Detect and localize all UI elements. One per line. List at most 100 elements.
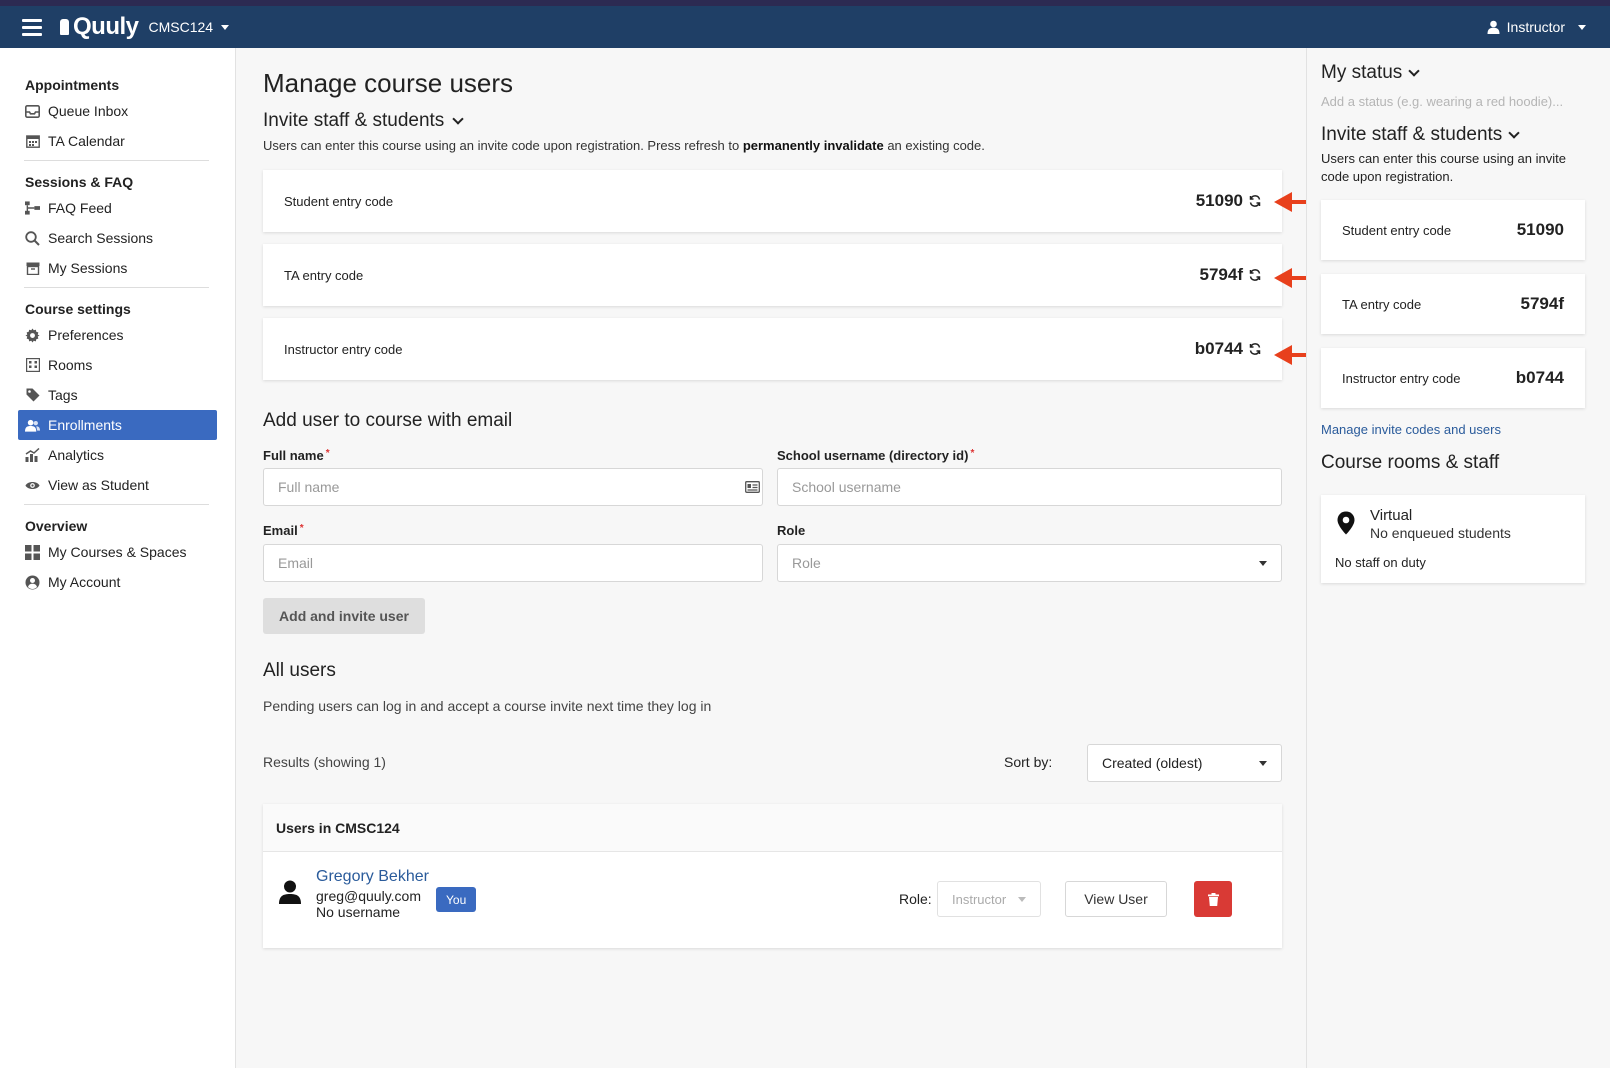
id-card-icon xyxy=(745,481,760,493)
chart-icon xyxy=(25,448,40,463)
user-name-link[interactable]: Gregory Bekher xyxy=(316,868,429,886)
status-input[interactable]: Add a status (e.g. wearing a red hoodie)… xyxy=(1321,94,1563,109)
caret-down-icon xyxy=(1018,896,1026,902)
nav-header: Appointments xyxy=(25,77,120,93)
caret-down-icon xyxy=(221,24,230,30)
sidebar-item-tags[interactable]: Tags xyxy=(18,380,217,410)
view-user-button[interactable]: View User xyxy=(1065,881,1167,917)
code-value: b0744 xyxy=(1195,339,1261,359)
student-code-card: Student entry code 51090 xyxy=(1321,200,1585,260)
instructor-code-card: Instructor entry code b0744 xyxy=(263,318,1282,380)
grid-icon xyxy=(25,544,40,560)
nav-section-overview: Overview My Courses & Spaces My Account xyxy=(18,515,217,597)
trash-icon xyxy=(1207,892,1219,906)
app-logo[interactable]: Quuly xyxy=(60,13,139,41)
sort-select[interactable]: Created (oldest) xyxy=(1087,744,1282,782)
all-users-help: Pending users can log in and accept a co… xyxy=(263,698,712,714)
code-value: 51090 xyxy=(1196,191,1261,211)
sidebar-item-rooms[interactable]: Rooms xyxy=(18,350,217,380)
building-icon xyxy=(25,358,40,373)
sidebar-item-enrollments[interactable]: Enrollments xyxy=(18,410,217,440)
refresh-icon[interactable] xyxy=(1249,343,1261,355)
invite-panel-help: Users can enter this course using an inv… xyxy=(1321,151,1566,184)
email-input[interactable] xyxy=(263,544,763,582)
my-status-toggle[interactable]: My status xyxy=(1321,62,1420,84)
sitemap-icon xyxy=(25,201,40,216)
calendar-icon xyxy=(25,134,40,149)
nav-header: Sessions & FAQ xyxy=(25,174,134,190)
rooms-heading: Course rooms & staff xyxy=(1321,452,1500,473)
add-invite-user-button[interactable]: Add and invite user xyxy=(263,598,425,634)
sidebar-item-my-account[interactable]: My Account xyxy=(18,567,217,597)
nav-section-appointments: Appointments Queue Inbox TA Calendar xyxy=(18,74,217,161)
add-user-heading: Add user to course with email xyxy=(263,410,513,431)
refresh-icon[interactable] xyxy=(1249,269,1261,281)
page-title: Manage course users xyxy=(263,68,514,98)
delete-user-button[interactable] xyxy=(1194,881,1232,917)
user-menu[interactable]: Instructor xyxy=(1487,19,1586,35)
ta-code-card: TA entry code 5794f xyxy=(263,244,1282,306)
email-label: Email * xyxy=(263,523,304,538)
users-icon xyxy=(25,418,40,433)
invite-section-toggle[interactable]: Invite staff & students xyxy=(263,110,464,132)
eye-icon xyxy=(25,478,40,493)
chevron-down-icon xyxy=(1408,65,1420,77)
user-icon xyxy=(1487,20,1500,34)
users-table: Users in CMSC124 Gregory Bekher greg@quu… xyxy=(263,804,1282,948)
sidebar-item-faq-feed[interactable]: FAQ Feed xyxy=(18,193,217,223)
you-badge: You xyxy=(436,887,477,912)
sidebar-item-search-sessions[interactable]: Search Sessions xyxy=(18,223,217,253)
results-count: Results (showing 1) xyxy=(263,754,386,770)
user-email: greg@quuly.com xyxy=(316,888,421,904)
username-label: School username (directory id) * xyxy=(777,448,975,463)
invite-panel-toggle[interactable]: Invite staff & students xyxy=(1321,124,1520,146)
sidebar-item-ta-calendar[interactable]: TA Calendar xyxy=(18,126,217,156)
menu-toggle-icon[interactable] xyxy=(22,18,42,36)
caret-down-icon xyxy=(1578,24,1586,30)
sidebar-item-analytics[interactable]: Analytics xyxy=(18,440,217,470)
user-username: No username xyxy=(316,904,401,920)
code-label: TA entry code xyxy=(284,267,364,283)
instructor-code-card: Instructor entry code b0744 xyxy=(1321,348,1585,408)
table-row: Gregory Bekher greg@quuly.com No usernam… xyxy=(263,852,1282,948)
role-label: Role xyxy=(777,523,806,538)
sidebar-item-my-courses[interactable]: My Courses & Spaces xyxy=(18,537,217,567)
refresh-icon[interactable] xyxy=(1249,195,1261,207)
user-role-select[interactable]: Instructor xyxy=(937,881,1041,917)
nav-divider xyxy=(24,504,209,505)
map-pin-icon xyxy=(1337,511,1355,535)
school-username-input[interactable] xyxy=(777,468,1282,506)
room-name: Virtual xyxy=(1370,507,1413,524)
sidebar: Appointments Queue Inbox TA Calendar Ses… xyxy=(0,48,236,1068)
role-select[interactable]: Role xyxy=(777,544,1282,582)
code-value: 5794f xyxy=(1200,265,1261,285)
gear-icon xyxy=(25,327,40,343)
full-name-input[interactable] xyxy=(263,468,763,506)
course-switcher[interactable]: CMSC124 xyxy=(149,19,230,35)
all-users-heading: All users xyxy=(263,660,336,681)
sort-label: Sort by: xyxy=(1004,754,1053,770)
full-name-label: Full name * xyxy=(263,448,330,463)
room-staff-status: No staff on duty xyxy=(1335,555,1426,570)
sidebar-item-preferences[interactable]: Preferences xyxy=(18,320,217,350)
room-card-virtual[interactable]: Virtual No enqueued students No staff on… xyxy=(1321,495,1585,583)
ta-code-card: TA entry code 5794f xyxy=(1321,274,1585,334)
nav-divider xyxy=(24,287,209,288)
caret-down-icon xyxy=(1259,760,1267,766)
users-table-header: Users in CMSC124 xyxy=(263,804,1282,852)
sidebar-item-queue-inbox[interactable]: Queue Inbox xyxy=(18,96,217,126)
main-content: Manage course users Invite staff & stude… xyxy=(236,48,1306,1068)
sidebar-item-my-sessions[interactable]: My Sessions xyxy=(18,253,217,283)
nav-divider xyxy=(24,160,209,161)
chevron-down-icon xyxy=(1508,127,1520,139)
inbox-icon xyxy=(25,104,40,119)
top-navbar: Quuly CMSC124 Instructor xyxy=(0,0,1610,48)
right-panel: My status Add a status (e.g. wearing a r… xyxy=(1306,48,1610,1068)
logo-mark-icon xyxy=(60,19,69,35)
role-label: Role: xyxy=(899,891,932,907)
sidebar-item-view-as-student[interactable]: View as Student xyxy=(18,470,217,500)
manage-invite-codes-link[interactable]: Manage invite codes and users xyxy=(1321,422,1501,437)
student-code-card: Student entry code 51090 xyxy=(263,170,1282,232)
nav-section-sessions-faq: Sessions & FAQ FAQ Feed Search Sessions … xyxy=(18,171,217,288)
user-circle-icon xyxy=(25,575,40,590)
